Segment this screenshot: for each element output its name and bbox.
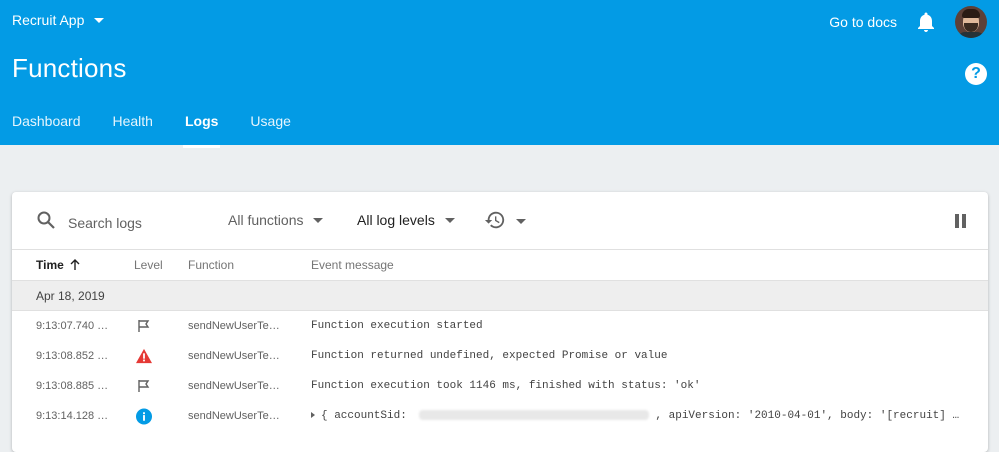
functions-filter-label: All functions (228, 212, 304, 228)
warning-icon (136, 348, 152, 364)
project-name: Recruit App (12, 12, 85, 28)
log-function: sendNewUserTe… (188, 350, 280, 362)
flag-icon (136, 318, 152, 334)
search-input[interactable] (68, 214, 208, 231)
page-title: Functions (12, 53, 127, 83)
tab-logs[interactable]: Logs (182, 113, 221, 148)
arrow-up-icon (70, 259, 80, 271)
project-selector[interactable]: Recruit App (12, 12, 105, 28)
app-header: Recruit App Go to docs Functions ? Dashb… (0, 0, 999, 148)
log-function: sendNewUserTe… (188, 380, 280, 392)
redacted-value (419, 410, 650, 421)
tab-usage[interactable]: Usage (250, 113, 290, 139)
date-group-header: Apr 18, 2019 (12, 280, 988, 311)
history-icon (484, 209, 506, 234)
log-levels-filter-label: All log levels (357, 212, 435, 228)
logs-toolbar: All functions All log levels (12, 192, 988, 249)
tab-dashboard[interactable]: Dashboard (12, 113, 81, 139)
avatar[interactable] (955, 6, 987, 38)
info-icon (136, 408, 152, 424)
go-to-docs-link[interactable]: Go to docs (829, 14, 897, 30)
logs-card: All functions All log levels Time Level … (12, 192, 988, 452)
log-message: { accountSid: , apiVersion: '2010-04-01'… (311, 410, 959, 422)
table-row[interactable]: 9:13:08.885 … sendNewUserTe… Function ex… (12, 371, 988, 401)
chevron-down-icon (444, 217, 455, 223)
log-message: Function execution took 1146 ms, finishe… (311, 380, 701, 392)
log-time: 9:13:07.740 … (36, 320, 109, 332)
table-row[interactable]: 9:13:07.740 … sendNewUserTe… Function ex… (12, 311, 988, 341)
log-message: Function execution started (311, 320, 483, 332)
search-icon (36, 210, 56, 235)
message-column-header: Event message (311, 258, 394, 272)
log-time: 9:13:08.885 … (36, 380, 109, 392)
chevron-down-icon (94, 17, 105, 23)
chevron-down-icon (516, 219, 526, 224)
log-levels-filter[interactable]: All log levels (357, 212, 455, 228)
level-column-header: Level (134, 258, 163, 272)
table-row[interactable]: 9:13:08.852 … sendNewUserTe… Function re… (12, 341, 988, 371)
flag-icon (136, 378, 152, 394)
functions-filter[interactable]: All functions (228, 212, 324, 228)
pause-icon[interactable] (952, 214, 966, 228)
log-time: 9:13:08.852 … (36, 350, 109, 362)
bell-icon[interactable] (915, 11, 937, 33)
log-function: sendNewUserTe… (188, 320, 280, 332)
time-column-header[interactable]: Time (36, 258, 80, 272)
chevron-down-icon (313, 217, 324, 223)
table-row[interactable]: 9:13:14.128 … sendNewUserTe… { accountSi… (12, 401, 988, 431)
log-message: Function returned undefined, expected Pr… (311, 350, 668, 362)
table-header: Time Level Function Event message (12, 249, 988, 280)
tab-bar: Dashboard Health Logs Usage (12, 113, 323, 148)
header-actions: Go to docs (829, 6, 987, 38)
search-box (36, 210, 208, 235)
history-filter[interactable] (484, 209, 526, 234)
log-function: sendNewUserTe… (188, 410, 280, 422)
expand-arrow-icon[interactable] (311, 412, 315, 419)
log-time: 9:13:14.128 … (36, 410, 109, 422)
help-icon[interactable]: ? (965, 63, 987, 85)
function-column-header: Function (188, 258, 235, 272)
tab-health[interactable]: Health (113, 113, 153, 139)
